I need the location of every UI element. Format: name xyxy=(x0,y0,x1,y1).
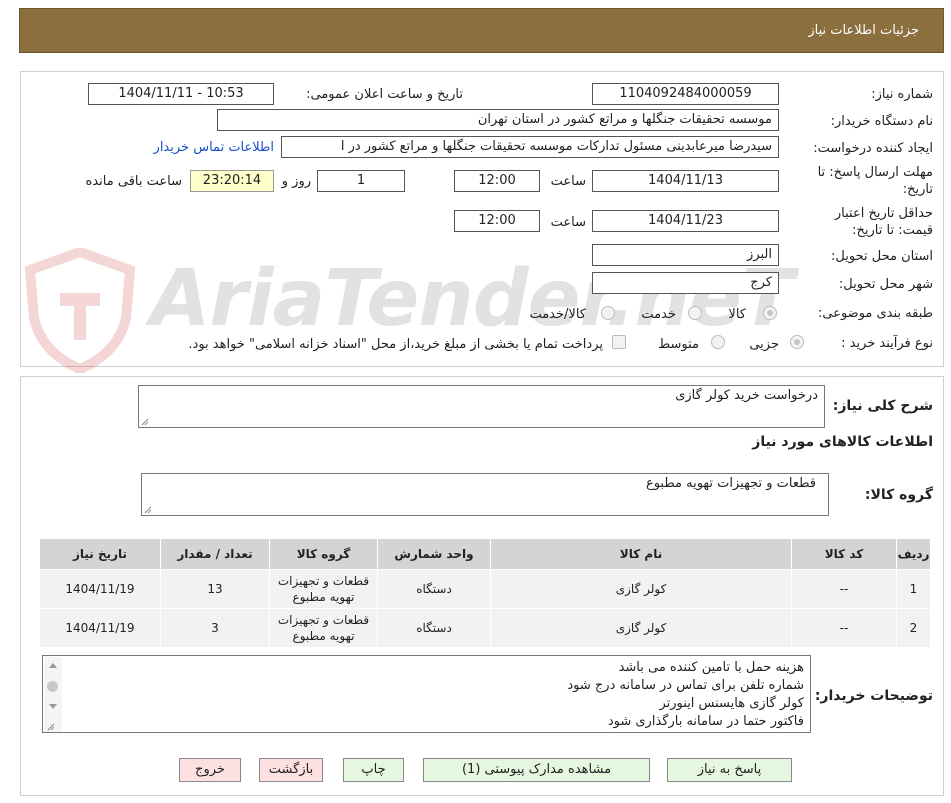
treasury-checkbox[interactable] xyxy=(612,335,626,349)
resize-grip-icon xyxy=(144,506,152,514)
cell-qty: 3 xyxy=(160,608,270,648)
remaining-time-field: 23:20:14 xyxy=(190,170,274,192)
buyer-org-label: نام دستگاه خریدار: xyxy=(830,114,933,129)
city-field: کرج xyxy=(592,272,779,294)
description-label: شرح کلی نیاز: xyxy=(832,398,933,414)
col-group: گروه کالا xyxy=(269,538,378,570)
notes-line: فاکتور حتما در سامانه بارگذاری شود xyxy=(607,714,804,729)
scroll-thumb[interactable] xyxy=(47,681,58,692)
buyer-contact-link[interactable]: اطلاعات تماس خریدار xyxy=(154,140,274,155)
days-label: روز و xyxy=(281,174,311,189)
attachments-button[interactable]: مشاهده مدارک پیوستی (1) xyxy=(423,758,650,782)
description-text: درخواست خرید کولر گازی xyxy=(675,388,818,403)
announce-datetime-field: 1404/11/11 - 10:53 xyxy=(88,83,274,105)
category-label: طبقه بندی موضوعی: xyxy=(817,306,933,321)
process-option-minor: جزیی xyxy=(749,337,779,352)
creator-label: ایجاد کننده درخواست: xyxy=(813,141,933,156)
goods-section-title: اطلاعات کالاهای مورد نیاز xyxy=(752,434,933,450)
notes-line: کولر گازی هایسنس اینورتر xyxy=(659,696,804,711)
validity-hour-label: ساعت xyxy=(550,215,586,230)
notes-line: شماره تلفن برای تماس در سامانه درج شود xyxy=(567,678,804,693)
deadline-hour-field: 12:00 xyxy=(454,170,540,192)
goods-table: ردیف کد کالا نام کالا واحد شمارش گروه کا… xyxy=(39,538,931,648)
cell-row: 1 xyxy=(896,569,931,609)
cell-unit: دستگاه xyxy=(377,569,491,609)
deadline-date-field: 1404/11/13 xyxy=(592,170,779,192)
announce-label: تاریخ و ساعت اعلان عمومی: xyxy=(306,87,463,102)
buyer-notes-label: توضیحات خریدار: xyxy=(814,688,933,704)
creator-field: سیدرضا میرعابدینی مسئول تداركات موسسه تح… xyxy=(281,136,779,158)
deadline-hour-label: ساعت xyxy=(550,174,586,189)
table-header-row: ردیف کد کالا نام کالا واحد شمارش گروه کا… xyxy=(39,538,931,570)
goods-group-label: گروه کالا: xyxy=(864,487,933,503)
cell-group: قطعات و تجهیزات تهویه مطبوع xyxy=(269,608,378,648)
notes-scrollbar[interactable] xyxy=(44,657,62,732)
validity-hour-field: 12:00 xyxy=(454,210,540,232)
scroll-up-icon[interactable] xyxy=(49,663,57,668)
need-number-label: شماره نیاز: xyxy=(871,87,933,102)
table-row: 2 -- کولر گازی دستگاه قطعات و تجهیزات تهو… xyxy=(39,608,931,648)
cell-group-line2: تهویه مطبوع xyxy=(292,629,355,643)
cell-qty: 13 xyxy=(160,569,270,609)
cell-date: 1404/11/19 xyxy=(39,569,161,609)
validity-label: حداقل تاریخ اعتبار قیمت: تا تاریخ: xyxy=(834,206,933,238)
category-radio-goods-service[interactable] xyxy=(601,306,615,320)
province-field: البرز xyxy=(592,244,779,266)
page-title: جزئيات اطلاعات نیاز xyxy=(808,23,919,38)
cell-date: 1404/11/19 xyxy=(39,608,161,648)
deadline-label: مهلت ارسال پاسخ: تا تاریخ: xyxy=(817,165,933,197)
page-header: جزئيات اطلاعات نیاز xyxy=(19,8,944,53)
reply-button[interactable]: پاسخ به نیاز xyxy=(667,758,792,782)
cell-code: -- xyxy=(791,608,897,648)
table-row: 1 -- کولر گازی دستگاه قطعات و تجهیزات تهو… xyxy=(39,569,931,609)
cell-name: کولر گازی xyxy=(490,569,792,609)
process-option-medium: متوسط xyxy=(658,337,699,352)
category-option-goods: کالا xyxy=(728,307,746,322)
category-radio-service[interactable] xyxy=(688,306,702,320)
days-remaining-field: 1 xyxy=(317,170,405,192)
resize-grip-icon xyxy=(47,723,55,731)
treasury-note: پرداخت تمام یا بخشی از مبلغ خرید،از محل … xyxy=(188,337,603,352)
goods-group-textarea[interactable]: قطعات و تجهیزات تهویه مطبوع xyxy=(141,473,829,516)
col-date: تاریخ نیاز xyxy=(39,538,161,570)
buyer-notes-textarea[interactable]: هزینه حمل با تامین کننده می باشد شماره ت… xyxy=(42,655,811,733)
back-button[interactable]: بازگشت xyxy=(259,758,323,782)
city-label: شهر محل تحویل: xyxy=(838,277,933,292)
resize-grip-icon xyxy=(141,418,149,426)
col-row: ردیف xyxy=(896,538,931,570)
cell-row: 2 xyxy=(896,608,931,648)
exit-button[interactable]: خروج xyxy=(179,758,241,782)
cell-unit: دستگاه xyxy=(377,608,491,648)
validity-date-field: 1404/11/23 xyxy=(592,210,779,232)
remaining-label: ساعت باقی مانده xyxy=(85,174,182,189)
cell-group-line1: قطعات و تجهیزات xyxy=(277,574,370,588)
process-label: نوع فرآیند خرید : xyxy=(841,336,933,351)
col-code: کد کالا xyxy=(791,538,897,570)
need-number-field: 1104092484000059 xyxy=(592,83,779,105)
process-radio-medium[interactable] xyxy=(711,335,725,349)
cell-group: قطعات و تجهیزات تهویه مطبوع xyxy=(269,569,378,609)
category-option-goods-service: کالا/خدمت xyxy=(529,307,586,322)
cell-group-line1: قطعات و تجهیزات xyxy=(277,613,370,627)
notes-line: هزینه حمل با تامین کننده می باشد xyxy=(618,660,804,675)
col-name: نام کالا xyxy=(490,538,792,570)
goods-group-text: قطعات و تجهیزات تهویه مطبوع xyxy=(645,476,816,491)
buyer-org-field: موسسه تحقیقات جنگلها و مراتع کشور در است… xyxy=(217,109,779,131)
col-qty: تعداد / مقدار xyxy=(160,538,270,570)
cell-code: -- xyxy=(791,569,897,609)
scroll-down-icon[interactable] xyxy=(49,704,57,709)
description-textarea[interactable]: درخواست خرید کولر گازی xyxy=(138,385,825,428)
category-radio-goods[interactable] xyxy=(763,306,777,320)
cell-name: کولر گازی xyxy=(490,608,792,648)
print-button[interactable]: چاپ xyxy=(343,758,404,782)
process-radio-minor[interactable] xyxy=(790,335,804,349)
province-label: استان محل تحویل: xyxy=(831,249,933,264)
category-option-service: خدمت xyxy=(641,307,676,322)
col-unit: واحد شمارش xyxy=(377,538,491,570)
cell-group-line2: تهویه مطبوع xyxy=(292,590,355,604)
